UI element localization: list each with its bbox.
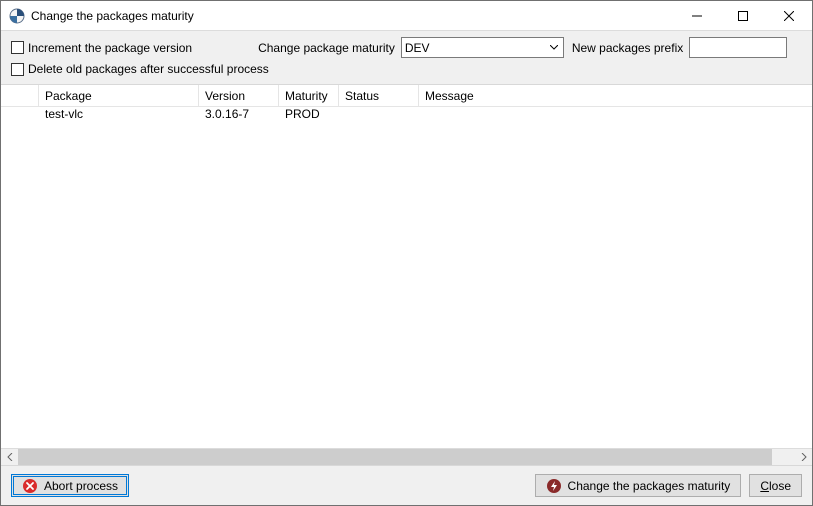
cell-version: 3.0.16-7 xyxy=(199,107,279,124)
lightning-icon xyxy=(546,478,562,494)
close-window-button[interactable] xyxy=(766,1,812,31)
cell-message xyxy=(419,107,812,124)
change-maturity-value: DEV xyxy=(405,41,430,55)
scroll-thumb[interactable] xyxy=(18,449,772,465)
change-packages-maturity-label: Change the packages maturity xyxy=(568,479,731,493)
change-maturity-combobox[interactable]: DEV xyxy=(401,37,564,58)
close-button[interactable]: Close xyxy=(749,474,802,497)
column-header-maturity[interactable]: Maturity xyxy=(279,85,339,106)
change-packages-maturity-button[interactable]: Change the packages maturity xyxy=(535,474,742,497)
increment-version-label: Increment the package version xyxy=(28,41,192,55)
table-headers: Package Version Maturity Status Message xyxy=(1,85,812,107)
column-header-status[interactable]: Status xyxy=(339,85,419,106)
scroll-right-button[interactable] xyxy=(795,449,812,465)
abort-icon xyxy=(22,478,38,494)
packages-table: Package Version Maturity Status Message … xyxy=(1,85,812,465)
new-prefix-input[interactable] xyxy=(689,37,787,58)
title-bar: Change the packages maturity xyxy=(1,1,812,31)
column-header-message[interactable]: Message xyxy=(419,85,812,106)
column-gutter[interactable] xyxy=(1,85,39,106)
scroll-track[interactable] xyxy=(18,449,795,465)
table-row[interactable]: test-vlc 3.0.16-7 PROD xyxy=(1,107,812,124)
delete-old-checkbox-wrap[interactable]: Delete old packages after successful pro… xyxy=(11,62,269,76)
abort-process-button[interactable]: Abort process xyxy=(11,474,129,497)
delete-old-checkbox[interactable] xyxy=(11,63,24,76)
column-header-package[interactable]: Package xyxy=(39,85,199,106)
app-icon xyxy=(9,8,25,24)
close-label: Close xyxy=(760,479,791,493)
bottom-bar: Abort process Change the packages maturi… xyxy=(1,465,812,505)
increment-version-checkbox-wrap[interactable]: Increment the package version xyxy=(11,41,192,55)
change-maturity-label: Change package maturity xyxy=(258,41,395,55)
maximize-button[interactable] xyxy=(720,1,766,31)
options-panel: Increment the package version Change pac… xyxy=(1,31,812,85)
abort-process-label: Abort process xyxy=(44,479,118,493)
chevron-down-icon xyxy=(545,38,563,57)
increment-version-checkbox[interactable] xyxy=(11,41,24,54)
scroll-left-button[interactable] xyxy=(1,449,18,465)
column-header-version[interactable]: Version xyxy=(199,85,279,106)
delete-old-label: Delete old packages after successful pro… xyxy=(28,62,269,76)
new-prefix-label: New packages prefix xyxy=(572,41,683,55)
window-title: Change the packages maturity xyxy=(31,9,194,23)
cell-maturity: PROD xyxy=(279,107,339,124)
table-body: test-vlc 3.0.16-7 PROD xyxy=(1,107,812,448)
minimize-button[interactable] xyxy=(674,1,720,31)
cell-status xyxy=(339,107,419,124)
horizontal-scrollbar[interactable] xyxy=(1,448,812,465)
cell-package: test-vlc xyxy=(39,107,199,124)
